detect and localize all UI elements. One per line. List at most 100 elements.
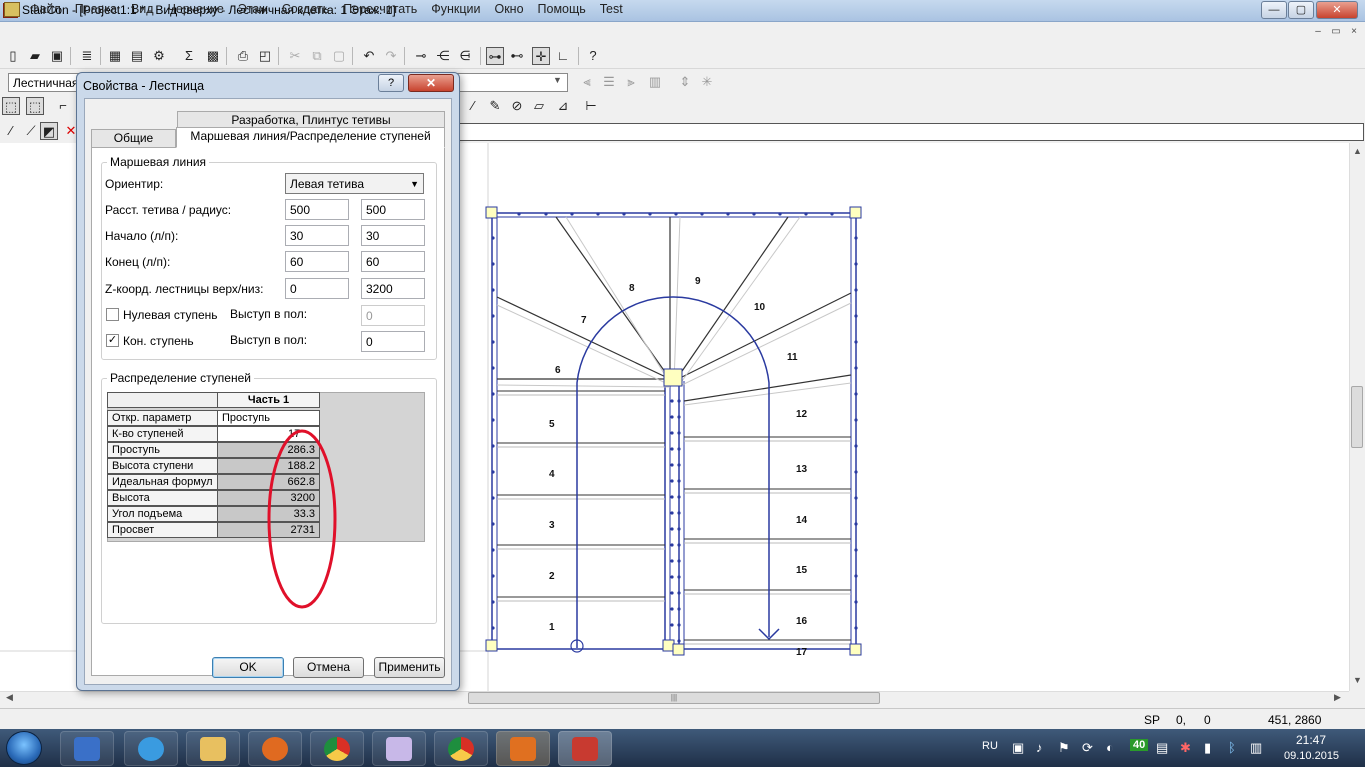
tray-language[interactable]: RU [982,740,998,752]
horizontal-scroll-thumb[interactable]: ||| [468,692,880,704]
cancel-button[interactable]: Отмена [293,657,364,678]
minimize-button[interactable]: — [1261,1,1287,19]
taskbar-paint[interactable] [372,731,426,766]
ok-button[interactable]: OK [212,657,284,678]
properties-icon[interactable]: ≣ [78,47,96,65]
menu-test[interactable]: Test [594,0,631,20]
grid-cell[interactable]: Проступь [217,410,320,426]
copy-icon[interactable]: ⧉ [308,47,326,65]
vertical-scroll-thumb[interactable] [1351,386,1363,448]
tab-general[interactable]: Общие [91,129,176,148]
scroll-up-icon[interactable]: ▲ [1353,146,1362,156]
undo-icon[interactable]: ↶ [360,47,378,65]
align-left-icon[interactable]: ⫷ [578,73,596,91]
circle-slash-icon[interactable]: ⊘ [508,97,526,115]
start-right-field[interactable]: 30 [361,225,425,246]
select-icon[interactable]: ⬚ [2,97,20,115]
zero-protrusion-field[interactable]: 0 [361,305,425,326]
snap-angle-icon[interactable]: ∟ [554,47,572,65]
draw-line-icon[interactable]: ∕ [2,122,20,140]
list-icon[interactable]: ▤ [128,47,146,65]
tray-sync-icon[interactable]: ⟳ [1082,740,1093,756]
scroll-left-icon[interactable]: ◀ [6,692,13,703]
dimension-icon[interactable]: ⊢ [582,97,600,115]
mdi-restore-button[interactable]: ▭ [1328,25,1344,39]
pick-icon[interactable]: ⌐ [54,97,72,115]
snap-node-icon[interactable]: ⋳ [456,47,474,65]
sigma-icon[interactable]: Σ [180,47,198,65]
grid-column-header[interactable]: Часть 1 [217,392,320,408]
mdi-minimize-button[interactable]: – [1310,25,1326,39]
taskbar-chrome[interactable] [310,731,364,766]
taskbar-staircon[interactable] [558,731,612,766]
paste-icon[interactable]: ▢ [330,47,348,65]
tray-antivirus-icon[interactable]: ✱ [1180,740,1191,756]
vertical-align-icon[interactable]: ⇕ [676,73,694,91]
dist-left-field[interactable]: 500 [285,199,349,220]
taskbar-office[interactable] [496,731,550,766]
snap-line-icon[interactable]: ⊶ [486,47,504,65]
snap-cross-icon[interactable]: ✛ [532,47,550,65]
tab-walkline[interactable]: Маршевая линия/Распределение ступеней [176,127,445,148]
menu-help[interactable]: Помощь [532,0,594,20]
snap-mid-icon[interactable]: ⊷ [508,47,526,65]
z-bottom-field[interactable]: 3200 [361,278,425,299]
end-step-checkbox[interactable]: ✓ [106,334,119,347]
end-left-field[interactable]: 60 [285,251,349,272]
start-button[interactable] [6,731,42,765]
end-right-field[interactable]: 60 [361,251,425,272]
tray-flag-icon[interactable]: ⚑ [1058,740,1070,756]
draw-polyline-icon[interactable]: ⟋ [22,122,40,140]
asterisk-icon[interactable]: ✳ [698,73,716,91]
close-button[interactable]: ✕ [1316,1,1358,19]
cut-icon[interactable]: ✂ [286,47,304,65]
tray-monitor-icon[interactable]: ▤ [1156,740,1168,756]
tray-date[interactable]: 09.10.2015 [1284,750,1339,762]
redo-icon[interactable]: ↷ [382,47,400,65]
taskbar-internet-explorer[interactable] [124,731,178,766]
menu-edit[interactable]: Правка [69,0,125,20]
columns-icon[interactable]: ▥ [646,73,664,91]
draw-rect-icon[interactable]: ◩ [40,122,58,140]
zero-step-checkbox[interactable] [106,308,119,321]
tray-network-icon[interactable]: ▣ [1012,740,1024,756]
open-icon[interactable]: ▰ [26,47,44,65]
line-icon[interactable]: ∕ [464,97,482,115]
save-icon[interactable]: ▣ [48,47,66,65]
taskbar-media-player[interactable] [60,731,114,766]
help-icon[interactable]: ? [584,47,602,65]
tray-time[interactable]: 21:47 [1296,733,1326,747]
print-preview-icon[interactable]: ◰ [256,47,274,65]
menu-floor[interactable]: Этаж [232,0,276,20]
scroll-right-icon[interactable]: ▶ [1334,692,1341,703]
menu-view[interactable]: Вид [125,0,162,20]
tray-bluetooth-icon[interactable]: ᛒ [1228,740,1236,755]
tray-disk-icon[interactable]: ◐ [1106,740,1114,755]
maximize-button[interactable]: ▢ [1288,1,1314,19]
menu-create[interactable]: Создать [276,0,338,20]
calc-icon[interactable]: ▩ [204,47,222,65]
step-icon[interactable]: ⊿ [554,97,572,115]
dist-right-field[interactable]: 500 [361,199,425,220]
print-icon[interactable]: ⎙ [234,47,252,65]
snap-point-icon[interactable]: ⊸ [412,47,430,65]
apply-button[interactable]: Применить [374,657,445,678]
z-top-field[interactable]: 0 [285,278,349,299]
settings-icon[interactable]: ⚙ [150,47,168,65]
menu-file[interactable]: Файл [24,0,69,20]
dialog-help-button[interactable]: ? [378,74,404,92]
dialog-close-button[interactable]: ✕ [408,74,454,92]
snap-multi-icon[interactable]: ⋲ [434,47,452,65]
mdi-close-button[interactable]: × [1346,25,1362,39]
tray-signal-icon[interactable]: ▮ [1204,740,1211,756]
tray-badge[interactable]: 40 [1130,739,1149,751]
end-protrusion-field[interactable]: 0 [361,331,425,352]
table-icon[interactable]: ▦ [106,47,124,65]
align-center-icon[interactable]: ☰ [600,73,618,91]
taskbar-explorer[interactable] [186,731,240,766]
scroll-down-icon[interactable]: ▼ [1353,675,1362,685]
taskbar-firefox[interactable] [248,731,302,766]
tray-power-icon[interactable]: ▥ [1250,740,1262,756]
menu-draw[interactable]: Черчение [162,0,232,20]
menu-functions[interactable]: Функции [425,0,488,20]
